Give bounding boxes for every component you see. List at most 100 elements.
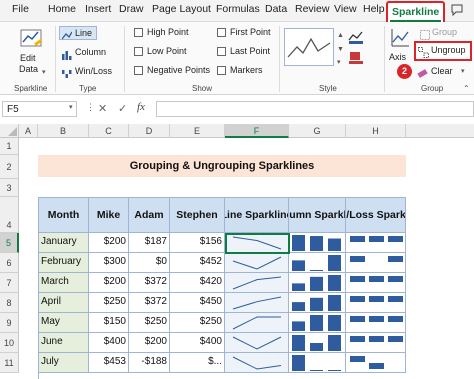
column-sparkline-bar xyxy=(310,270,323,271)
month-cell[interactable]: June xyxy=(39,333,89,353)
clear-button[interactable]: Clear xyxy=(431,66,453,76)
tab-review[interactable]: Review xyxy=(295,3,329,15)
row-header-10[interactable]: 10 xyxy=(0,333,19,353)
gallery-more-icon[interactable]: ▾ xyxy=(337,58,341,66)
adam-cell[interactable]: $187 xyxy=(129,233,170,253)
tab-view[interactable]: View xyxy=(334,3,357,15)
mike-cell[interactable]: $453 xyxy=(89,353,129,373)
column-header-e[interactable]: E xyxy=(170,124,225,138)
tab-home[interactable]: Home xyxy=(48,3,76,15)
stephen-cell[interactable]: $450 xyxy=(170,293,225,313)
adam-cell[interactable]: $372 xyxy=(129,293,170,313)
type-winloss-label[interactable]: Win/Loss xyxy=(75,66,112,76)
tab-data[interactable]: Data xyxy=(265,3,287,15)
edit-data-label-1[interactable]: Edit xyxy=(20,53,36,63)
column-header-g[interactable]: G xyxy=(289,124,346,138)
tab-help[interactable]: Help xyxy=(363,3,385,15)
low-point-checkbox[interactable] xyxy=(134,47,143,56)
cancel-icon[interactable]: ✕ xyxy=(98,102,107,115)
row-header-8[interactable]: 8 xyxy=(0,293,19,313)
row-header-5[interactable]: 5 xyxy=(0,233,19,253)
style-gallery[interactable] xyxy=(284,28,334,66)
mike-cell[interactable]: $200 xyxy=(89,273,129,293)
markers-label[interactable]: Markers xyxy=(230,65,263,75)
edit-data-label-2[interactable]: Data xyxy=(19,64,38,74)
column-header-h[interactable]: H xyxy=(346,124,406,138)
mike-cell[interactable]: $200 xyxy=(89,233,129,253)
first-point-label[interactable]: First Point xyxy=(230,27,271,37)
adam-cell[interactable]: $250 xyxy=(129,313,170,333)
month-cell[interactable]: July xyxy=(39,353,89,373)
row-header-7[interactable]: 7 xyxy=(0,273,19,293)
row-header-1[interactable]: 1 xyxy=(0,138,19,155)
month-cell[interactable]: January xyxy=(39,233,89,253)
type-line-label[interactable]: Line xyxy=(75,28,92,38)
mike-cell[interactable]: $250 xyxy=(89,293,129,313)
tab-formulas[interactable]: Formulas xyxy=(216,3,260,15)
select-all-corner[interactable] xyxy=(0,124,19,138)
tab-sparkline[interactable]: Sparkline xyxy=(386,1,446,22)
adam-cell[interactable]: $372 xyxy=(129,273,170,293)
name-box[interactable]: F5 xyxy=(2,101,77,117)
stephen-cell[interactable]: $250 xyxy=(170,313,225,333)
name-box-chevron-icon[interactable]: ▾ xyxy=(69,103,73,111)
column-header-b[interactable]: B xyxy=(38,124,89,138)
markers-checkbox[interactable] xyxy=(217,66,226,75)
last-point-checkbox[interactable] xyxy=(217,47,226,56)
ungroup-label[interactable]: Ungroup xyxy=(431,45,466,55)
adam-cell[interactable]: $200 xyxy=(129,333,170,353)
insert-function-icon[interactable]: fx xyxy=(137,101,145,113)
row-header-9[interactable]: 9 xyxy=(0,313,19,333)
row-header-4[interactable]: 4 xyxy=(0,197,19,233)
type-column-label[interactable]: Column xyxy=(75,47,106,57)
column-header-f[interactable]: F xyxy=(225,124,289,138)
chevron-down-icon[interactable]: ▾ xyxy=(42,68,46,76)
axis-label[interactable]: Axis xyxy=(389,52,406,62)
column-header-d[interactable]: D xyxy=(129,124,170,138)
tab-page-layout[interactable]: Page Layout xyxy=(152,3,211,15)
month-cell[interactable]: February xyxy=(39,253,89,273)
month-cell[interactable]: April xyxy=(39,293,89,313)
comments-icon[interactable] xyxy=(450,3,464,17)
stephen-cell[interactable]: $400 xyxy=(170,333,225,353)
tab-file[interactable]: File xyxy=(12,3,29,15)
high-point-checkbox[interactable] xyxy=(134,28,143,37)
collapse-ribbon-icon[interactable]: ⌃ xyxy=(463,84,470,93)
active-cell-f5[interactable] xyxy=(225,233,290,254)
gallery-scroll-up-icon[interactable]: ▲ xyxy=(337,32,344,39)
tab-draw[interactable]: Draw xyxy=(119,3,144,15)
first-point-checkbox[interactable] xyxy=(217,28,226,37)
edit-data-icon[interactable] xyxy=(20,28,44,55)
marker-color-icon[interactable] xyxy=(348,50,364,69)
adam-cell[interactable]: $0 xyxy=(129,253,170,273)
last-point-label[interactable]: Last Point xyxy=(230,46,270,56)
tab-insert[interactable]: Insert xyxy=(85,3,111,15)
low-point-label[interactable]: Low Point xyxy=(147,46,187,56)
column-header-a[interactable]: A xyxy=(19,124,38,138)
mike-cell[interactable]: $150 xyxy=(89,313,129,333)
stephen-cell[interactable]: $452 xyxy=(170,253,225,273)
stephen-cell[interactable]: $156 xyxy=(170,233,225,253)
axis-icon[interactable] xyxy=(389,27,411,54)
adam-cell[interactable]: -$188 xyxy=(129,353,170,373)
negative-points-label[interactable]: Negative Points xyxy=(147,65,210,75)
stephen-cell[interactable]: $420 xyxy=(170,273,225,293)
row-header-3[interactable]: 3 xyxy=(0,179,19,197)
gallery-scroll-down-icon[interactable]: ▼ xyxy=(337,46,344,53)
column-header-c[interactable]: C xyxy=(89,124,129,138)
row-header-2[interactable]: 2 xyxy=(0,155,19,179)
mike-cell[interactable]: $400 xyxy=(89,333,129,353)
clear-dropdown-icon[interactable]: ▾ xyxy=(461,67,465,75)
row-header-6[interactable]: 6 xyxy=(0,253,19,273)
row-header-11[interactable]: 11 xyxy=(0,353,19,373)
stephen-cell[interactable]: $... xyxy=(170,353,225,373)
formula-input[interactable] xyxy=(156,101,474,117)
high-point-label[interactable]: High Point xyxy=(147,27,189,37)
month-cell[interactable]: May xyxy=(39,313,89,333)
month-cell[interactable]: March xyxy=(39,273,89,293)
enter-icon[interactable]: ✓ xyxy=(118,102,127,115)
negative-points-checkbox[interactable] xyxy=(134,66,143,75)
mike-cell[interactable]: $300 xyxy=(89,253,129,273)
group-button[interactable]: Group xyxy=(432,27,457,37)
sparkline-color-icon[interactable] xyxy=(348,30,364,49)
